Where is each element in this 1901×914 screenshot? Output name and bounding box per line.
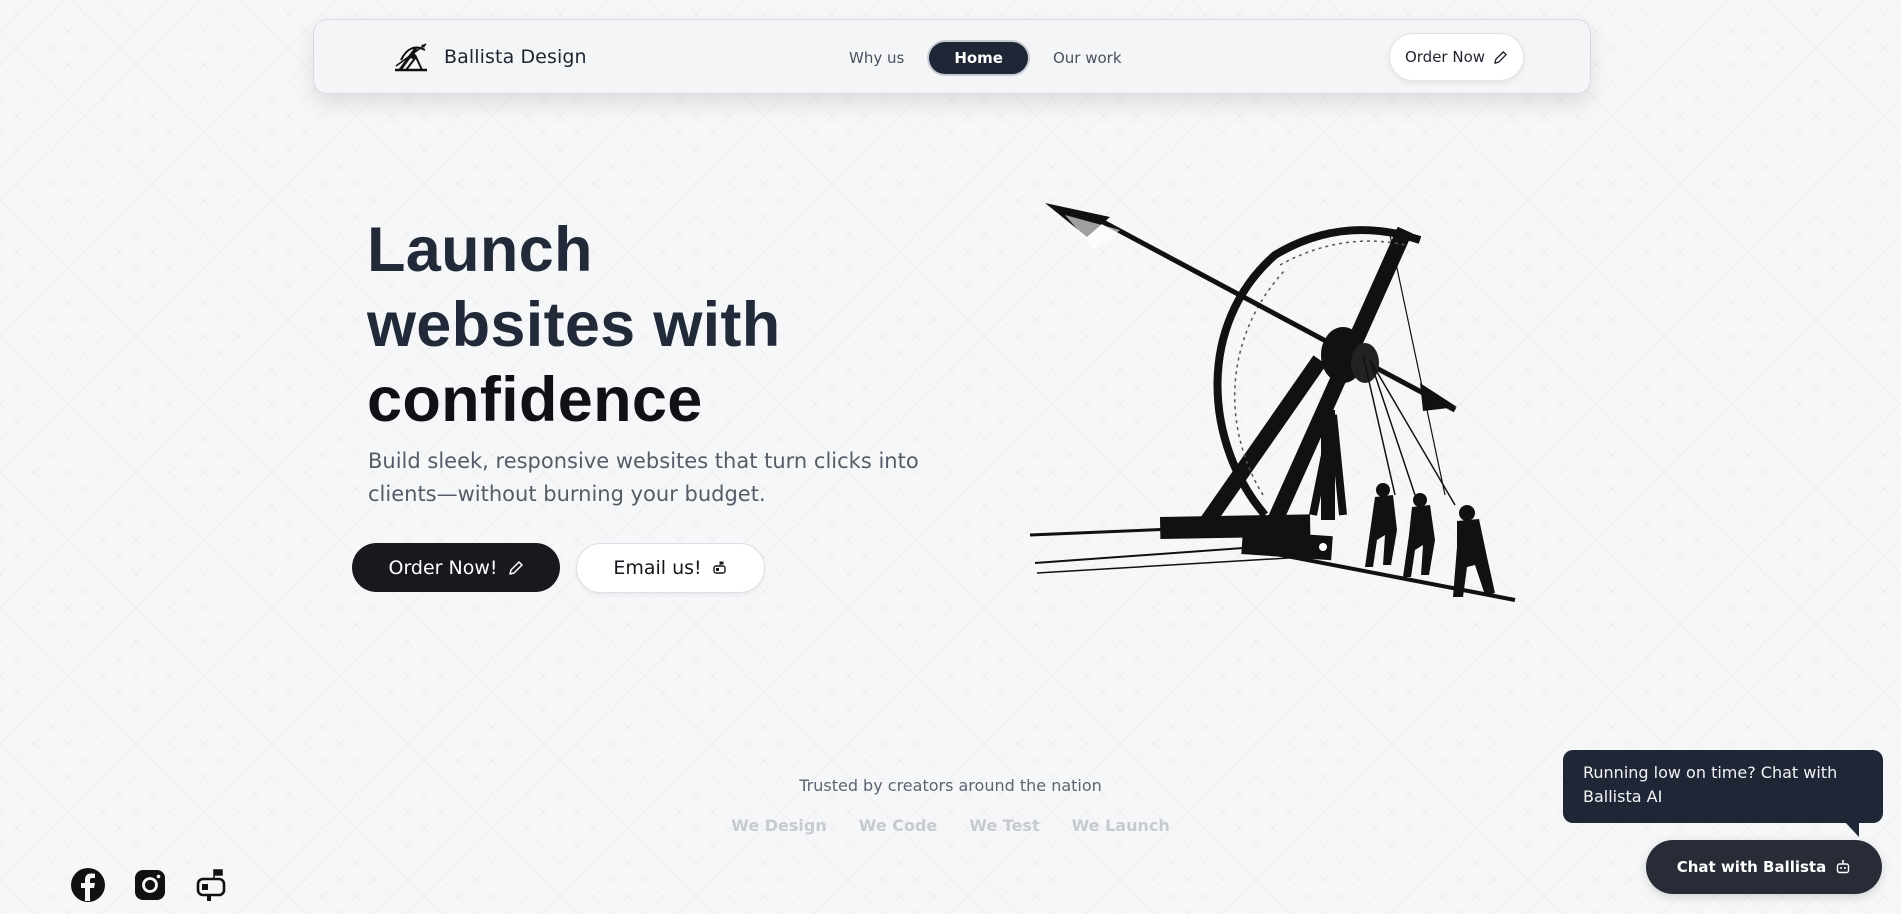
- nav-link-why-us[interactable]: Why us: [824, 42, 929, 74]
- order-now-label: Order Now!: [388, 556, 498, 579]
- nav-order-label: Order Now: [1404, 48, 1486, 66]
- hero-subtitle: Build sleek, responsive websites that tu…: [368, 449, 919, 506]
- email-us-button[interactable]: Email us!: [576, 543, 765, 593]
- social-links: [70, 867, 230, 903]
- nav-order-now-button[interactable]: Order Now: [1389, 33, 1524, 81]
- chat-button-label: Chat with Ballista: [1676, 858, 1827, 876]
- ballista-illustration: [1029, 203, 1516, 602]
- nav-links: Why us Home Our work: [824, 42, 1147, 74]
- chat-with-ballista-button[interactable]: Chat with Ballista: [1646, 840, 1882, 894]
- instagram-icon[interactable]: [132, 867, 168, 903]
- order-now-button[interactable]: Order Now!: [352, 543, 560, 592]
- hero-title: Launch websites with confidence: [367, 213, 927, 438]
- brand-name: Ballista Design: [444, 46, 587, 68]
- nav-link-home[interactable]: Home: [929, 42, 1028, 74]
- trust-item-launch: We Launch: [1071, 816, 1170, 835]
- trust-item-code: We Code: [858, 816, 938, 835]
- trust-item-design: We Design: [731, 816, 827, 835]
- email-us-label: Email us!: [613, 557, 702, 579]
- top-navbar: Ballista Design Why us Home Our work Ord…: [313, 19, 1591, 94]
- mailbox-icon[interactable]: [194, 867, 230, 903]
- mailbox-icon: [712, 561, 726, 574]
- hero-title-line-2: websites with: [367, 290, 781, 360]
- nav-link-our-work[interactable]: Our work: [1028, 42, 1147, 74]
- chat-prompt-bubble: Running low on time? Chat with Ballista …: [1563, 750, 1883, 837]
- facebook-icon[interactable]: [70, 867, 106, 903]
- trust-item-test: We Test: [969, 816, 1040, 835]
- hero-title-line-1: Launch: [367, 215, 593, 285]
- brand[interactable]: Ballista Design: [392, 40, 587, 74]
- pencil-icon: [1494, 50, 1507, 64]
- ballista-logo-icon: [395, 43, 427, 72]
- hero-title-line-3: confidence: [367, 365, 703, 435]
- robot-icon: [1837, 860, 1850, 874]
- pencil-icon: [508, 560, 523, 575]
